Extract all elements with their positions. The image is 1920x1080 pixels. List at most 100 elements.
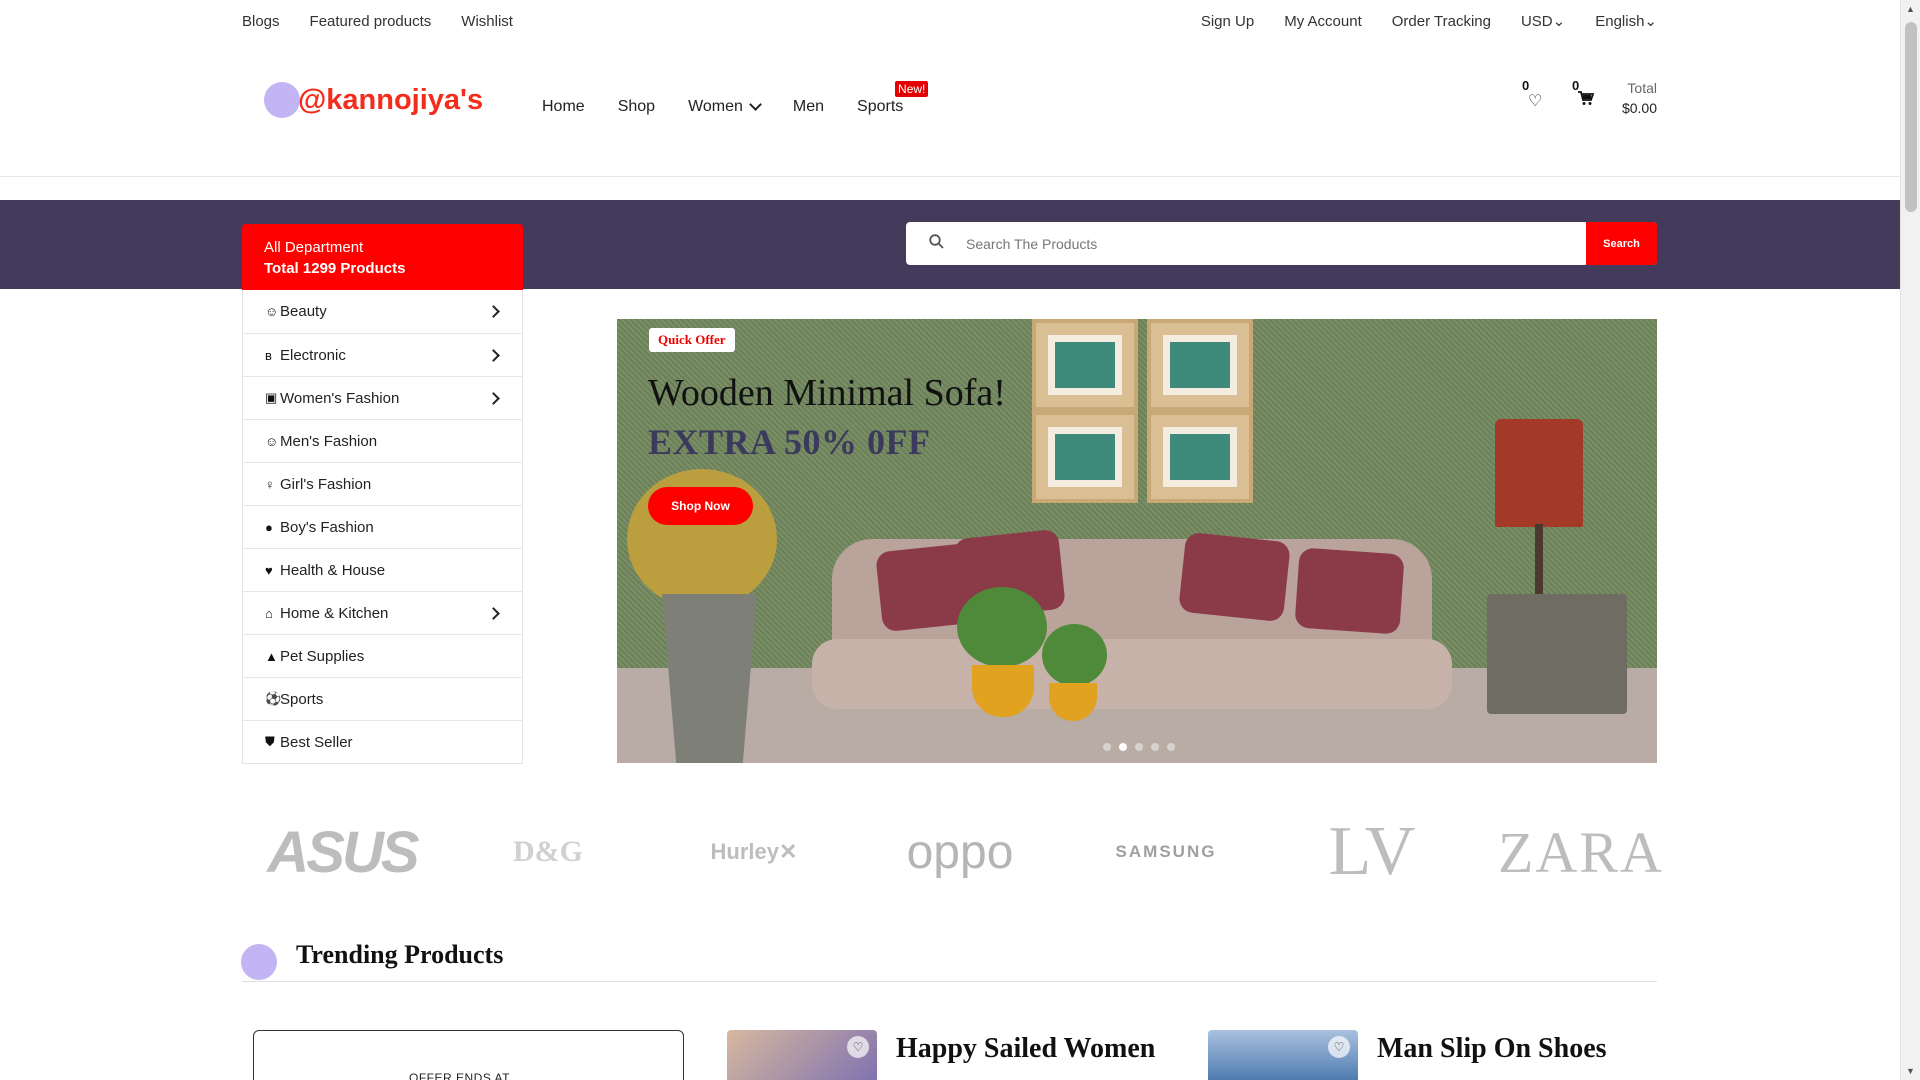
all-department-button[interactable]: All Department Total 1299 Products — [242, 224, 523, 290]
pet-icon: ▲ — [265, 648, 278, 664]
dresser-image — [1487, 594, 1627, 714]
chevron-right-icon — [487, 305, 500, 318]
category-item[interactable]: ♀ Girl's Fashion — [243, 462, 522, 505]
hero-banner: Quick Offer Wooden Minimal Sofa! EXTRA 5… — [617, 319, 1657, 763]
product-title[interactable]: Man Slip On Shoes — [1377, 1033, 1607, 1065]
nav-women-label: Women — [688, 98, 743, 115]
smile-icon: ☺ — [265, 304, 279, 319]
section-circle-icon — [241, 944, 277, 980]
category-item-content: ʙ Electronic — [265, 347, 346, 364]
chevron-right-icon — [487, 606, 500, 620]
lamp-image — [1495, 419, 1583, 527]
pillow-image — [1178, 531, 1291, 623]
category-item[interactable]: ● Boy's Fashion — [243, 505, 522, 548]
top-links-right: Sign Up My Account Order Tracking USD⌄ E… — [1201, 10, 1657, 32]
category-item[interactable]: ⛊ Best Seller — [243, 720, 522, 763]
smile-icon: ☺ — [265, 433, 279, 449]
featured-products-link[interactable]: Featured products — [310, 13, 432, 30]
category-item[interactable]: ʙ Electronic — [243, 333, 522, 376]
scroll-down-icon[interactable]: ▼ — [1906, 1066, 1915, 1076]
wishlist-button[interactable]: 0 ♡ — [1522, 78, 1544, 112]
brand-logo-asus[interactable]: ASUS — [262, 819, 422, 886]
football-icon: ⚽ — [265, 691, 282, 706]
carousel-dot[interactable] — [1103, 743, 1111, 751]
section-divider — [242, 981, 1657, 982]
category-item[interactable]: ⚽ Sports — [243, 677, 522, 720]
home-icon: ⌂ — [265, 605, 273, 621]
category-item[interactable]: ▲ Pet Supplies — [243, 634, 522, 677]
carousel-dot[interactable] — [1119, 743, 1127, 751]
category-list: ☺ Beauty ʙ Electronic ▣ Women's Fashion ☺ Men's… — [242, 290, 523, 764]
nav-sports-label: Sports — [857, 98, 904, 115]
category-item[interactable]: ♥ Health & House — [243, 548, 522, 591]
brand-logo-lv[interactable]: LV — [1292, 812, 1452, 892]
bluetooth-icon: ʙ — [265, 347, 272, 363]
brand-logo-hurley[interactable]: Hurley✕ — [674, 839, 834, 865]
header-divider — [0, 176, 1900, 177]
blogs-link[interactable]: Blogs — [242, 13, 280, 30]
shield-icon: ⛊ — [265, 734, 275, 749]
lamp-stem — [1535, 524, 1543, 594]
wall-frame-image — [1147, 319, 1253, 411]
nav-men[interactable]: Men — [793, 98, 824, 116]
search-button[interactable]: Search — [1586, 222, 1657, 265]
carousel-dot[interactable] — [1167, 743, 1175, 751]
scroll-up-icon[interactable]: ▲ — [1906, 4, 1915, 14]
chevron-right-icon — [487, 348, 500, 362]
nav-home[interactable]: Home — [542, 98, 585, 116]
wishlist-link[interactable]: Wishlist — [461, 13, 513, 30]
total-amount: $0.00 — [1621, 100, 1657, 116]
chevron-right-icon — [487, 391, 500, 405]
site-logo[interactable]: @kannojiya's — [264, 82, 483, 118]
language-select[interactable]: English⌄ — [1595, 12, 1657, 30]
my-account-link[interactable]: My Account — [1284, 13, 1362, 30]
brand-strip: ASUS D&G Hurley✕ oppo SAMSUNG LV ZARA — [262, 812, 1662, 892]
order-tracking-link[interactable]: Order Tracking — [1392, 13, 1491, 30]
pillow-image — [1294, 547, 1405, 635]
cart-icon — [1577, 91, 1595, 111]
category-item-content: ☺ Beauty — [265, 303, 327, 320]
brand-logo-samsung[interactable]: SAMSUNG — [1086, 842, 1246, 862]
search-icon — [906, 233, 966, 254]
category-item[interactable]: ☺ Men's Fashion — [243, 419, 522, 462]
category-item-content: ● Boy's Fashion — [265, 519, 374, 536]
product-image[interactable]: ♡ — [1208, 1030, 1358, 1080]
nav-sports[interactable]: Sports New! — [857, 81, 929, 116]
brand-logo-zara[interactable]: ZARA — [1498, 819, 1662, 886]
category-item[interactable]: ⌂ Home & Kitchen — [243, 591, 522, 634]
logo-circle-icon — [264, 82, 300, 118]
chevron-down-icon: ⌄ — [1644, 13, 1657, 30]
plant-leaves — [957, 587, 1047, 667]
nav-men-label: Men — [792, 98, 825, 115]
brand-logo-dg[interactable]: D&G — [468, 835, 628, 869]
carousel-dot[interactable] — [1151, 743, 1159, 751]
nav-women[interactable]: Women — [688, 98, 762, 116]
category-item-content: ⚽ Sports — [265, 691, 323, 708]
offer-countdown-box: OFFER ENDS AT — [253, 1030, 684, 1080]
category-item-content: ▣ Women's Fashion — [265, 390, 399, 407]
search-input[interactable] — [966, 235, 1586, 252]
product-title[interactable]: Happy Sailed Women — [896, 1033, 1155, 1065]
heart-icon[interactable]: ♡ — [847, 1036, 869, 1058]
category-item[interactable]: ▣ Women's Fashion — [243, 376, 522, 419]
search-bar: Search — [906, 222, 1657, 265]
category-item-content: ⌂ Home & Kitchen — [265, 605, 388, 622]
category-label: Health & House — [280, 561, 386, 579]
nav-shop[interactable]: Shop — [618, 98, 655, 116]
carousel-dot[interactable] — [1135, 743, 1143, 751]
sign-up-link[interactable]: Sign Up — [1201, 13, 1254, 30]
cart-button[interactable]: 0 — [1572, 78, 1595, 112]
product-image[interactable]: ♡ — [727, 1030, 877, 1080]
shirt-icon: ▣ — [265, 390, 278, 405]
wall-frame-image — [1147, 411, 1253, 503]
scrollbar-thumb[interactable] — [1905, 22, 1917, 212]
shop-now-button[interactable]: Shop Now — [648, 487, 753, 525]
hero-offer: EXTRA 50% 0FF — [648, 422, 931, 462]
heart-icon[interactable]: ♡ — [1328, 1036, 1350, 1058]
category-item[interactable]: ☺ Beauty — [243, 290, 522, 333]
page-scrollbar[interactable]: ▲ ▼ — [1900, 0, 1920, 1080]
currency-select[interactable]: USD⌄ — [1521, 12, 1565, 30]
cart-total[interactable]: Total $0.00 — [1622, 78, 1657, 118]
top-bar: Blogs Featured products Wishlist Sign Up… — [242, 10, 1657, 32]
brand-logo-oppo[interactable]: oppo — [880, 825, 1040, 880]
